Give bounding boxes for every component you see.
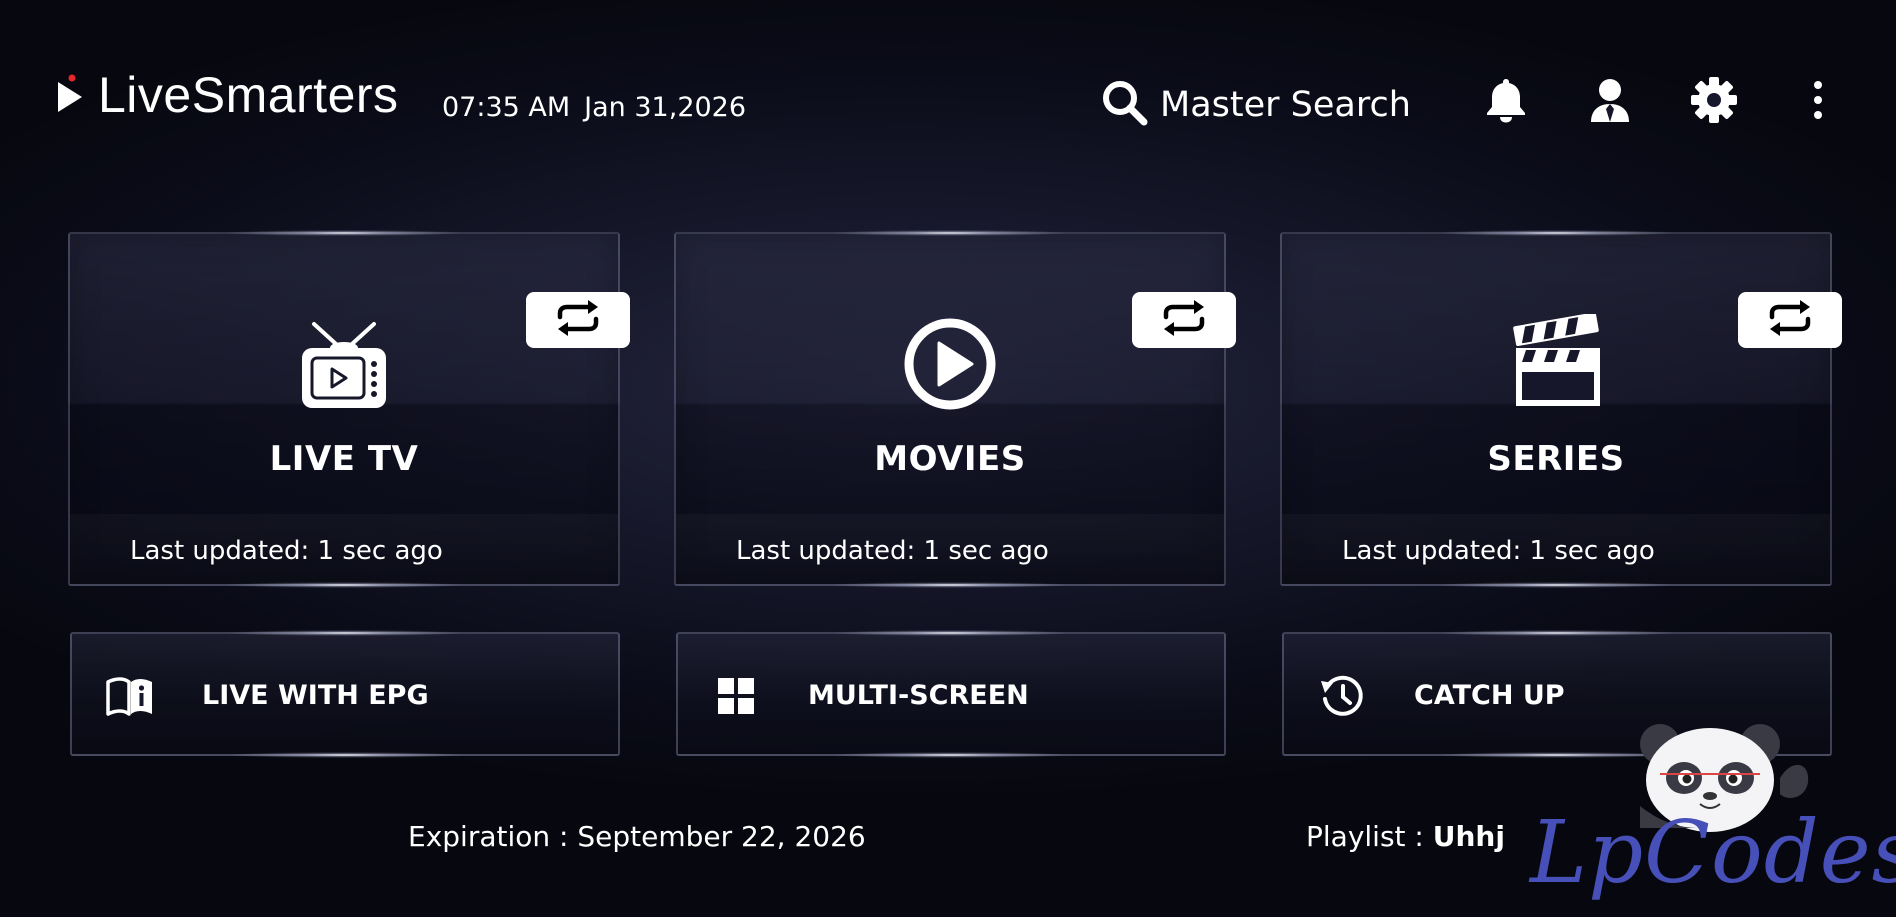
refresh-icon — [1766, 299, 1814, 341]
multi-screen-label: MULTI-SCREEN — [808, 680, 1029, 711]
series-card[interactable]: SERIES Last updated: 1 sec ago — [1280, 230, 1832, 588]
bell-icon — [1484, 77, 1528, 127]
playlist-label: Playlist : — [1306, 820, 1424, 853]
current-time: 07:35 AM — [442, 92, 571, 123]
watermark: LpCodes — [1530, 710, 1896, 915]
catch-up-label: CATCH UP — [1414, 680, 1565, 711]
refresh-icon — [1160, 299, 1208, 341]
expiration-label: Expiration : — [408, 820, 569, 853]
top-bar: LiveSmarters 07:35 AM Jan 31,2026 Master… — [0, 0, 1896, 190]
series-title: SERIES — [1487, 439, 1625, 479]
master-search-label: Master Search — [1160, 85, 1411, 125]
movies-last-updated: Last updated: 1 sec ago — [736, 536, 1049, 566]
user-icon — [1589, 76, 1631, 128]
series-refresh-button[interactable] — [1738, 292, 1842, 348]
settings-button[interactable] — [1690, 76, 1738, 128]
kebab-menu-icon — [1812, 80, 1824, 124]
playlist-info: Playlist : Uhhj — [1306, 820, 1505, 853]
movies-title: MOVIES — [874, 439, 1026, 479]
more-options-button[interactable] — [1794, 78, 1842, 126]
expiration-date: September 22, 2026 — [577, 820, 866, 853]
current-date: Jan 31,2026 — [584, 92, 747, 123]
brand-name: LiveSmarters — [98, 67, 399, 123]
watermark-text: LpCodes — [1530, 803, 1896, 903]
play-logo-icon — [56, 74, 84, 116]
refresh-icon — [554, 299, 602, 341]
playlist-name: Uhhj — [1432, 820, 1505, 853]
multi-screen-button[interactable]: MULTI-SCREEN — [676, 630, 1226, 758]
live-tv-refresh-button[interactable] — [526, 292, 630, 348]
master-search-button[interactable]: Master Search — [1100, 78, 1411, 132]
live-with-epg-label: LIVE WITH EPG — [202, 680, 429, 711]
search-icon — [1100, 78, 1150, 132]
expiration-info: Expiration : September 22, 2026 — [408, 820, 866, 853]
series-last-updated: Last updated: 1 sec ago — [1342, 536, 1655, 566]
app-logo: LiveSmarters — [56, 70, 399, 120]
live-tv-card[interactable]: LIVE TV Last updated: 1 sec ago — [68, 230, 620, 588]
live-with-epg-button[interactable]: LIVE WITH EPG — [70, 630, 620, 758]
live-tv-title: LIVE TV — [269, 439, 419, 479]
gear-icon — [1690, 76, 1738, 128]
live-tv-last-updated: Last updated: 1 sec ago — [130, 536, 443, 566]
grid-icon — [712, 672, 760, 720]
clock: 07:35 AM Jan 31,2026 — [442, 92, 746, 123]
history-icon — [1318, 672, 1366, 720]
profile-button[interactable] — [1586, 78, 1634, 126]
notifications-button[interactable] — [1482, 78, 1530, 126]
movies-card[interactable]: MOVIES Last updated: 1 sec ago — [674, 230, 1226, 588]
book-info-icon — [106, 672, 154, 720]
movies-refresh-button[interactable] — [1132, 292, 1236, 348]
